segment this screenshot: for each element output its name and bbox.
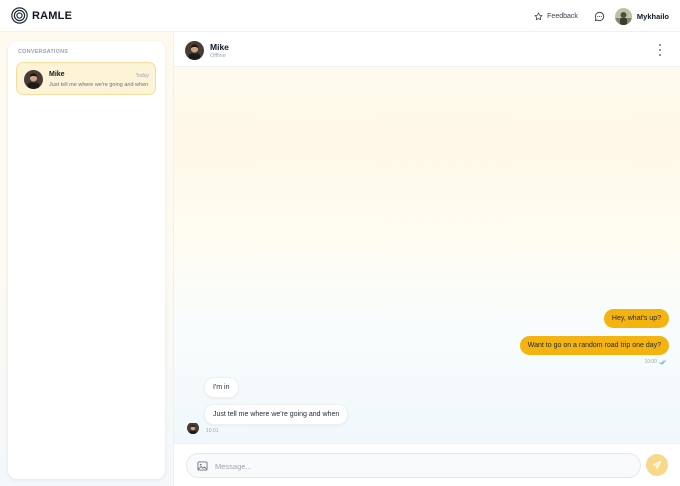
conversation-time: Today [135,73,149,79]
chat-area: Mike Offline Hey, what's up? Want to go … [174,32,680,486]
conversation-name: Mike [49,71,65,78]
top-actions: Feedback Mykhailo [534,0,669,32]
message-composer [174,443,680,486]
send-button[interactable] [646,454,668,476]
send-icon [652,460,662,470]
conversations-panel: CONVERSATIONS Mike Today Just tell me wh… [8,41,165,479]
conversation-preview: Just tell me where we're going and when [49,82,149,88]
brand-name: RAMLE [32,9,73,22]
more-vertical-icon[interactable] [657,44,663,56]
outgoing-message: Want to go on a random road trip one day… [519,336,669,355]
incoming-message: I'm in [204,377,239,398]
star-icon [534,12,543,20]
contact-avatar[interactable] [185,41,204,60]
messages-button[interactable] [594,11,605,22]
message-input-wrapper [186,453,641,478]
feedback-label: Feedback [547,12,578,20]
chat-bubble-icon [594,11,605,21]
contact-status: Offline [210,53,226,59]
incoming-message: Just tell me where we're going and when [204,404,349,425]
avatar [24,70,43,89]
contact-name: Mike [210,42,229,52]
outgoing-message-meta: 10:00 [644,359,667,365]
incoming-message-time: 10:01 [206,428,219,434]
feedback-button[interactable]: Feedback [534,12,578,21]
double-check-icon [659,359,666,364]
avatar [187,422,199,434]
outgoing-message: Hey, what's up? [603,309,669,328]
outgoing-message-time: 10:00 [644,359,657,365]
conversations-title: CONVERSATIONS [18,49,69,55]
user-name[interactable]: Mykhailo [637,12,669,21]
image-icon[interactable] [197,461,208,471]
user-avatar[interactable] [614,7,632,25]
logo-spiral-icon [11,7,28,24]
conversation-item[interactable]: Mike Today Just tell me where we're goin… [16,62,156,95]
chat-header: Mike Offline [174,32,680,67]
brand-logo[interactable]: RAMLE [11,7,72,24]
message-input[interactable] [215,458,625,474]
top-bar: RAMLE Feedback Mykhailo [0,0,680,32]
